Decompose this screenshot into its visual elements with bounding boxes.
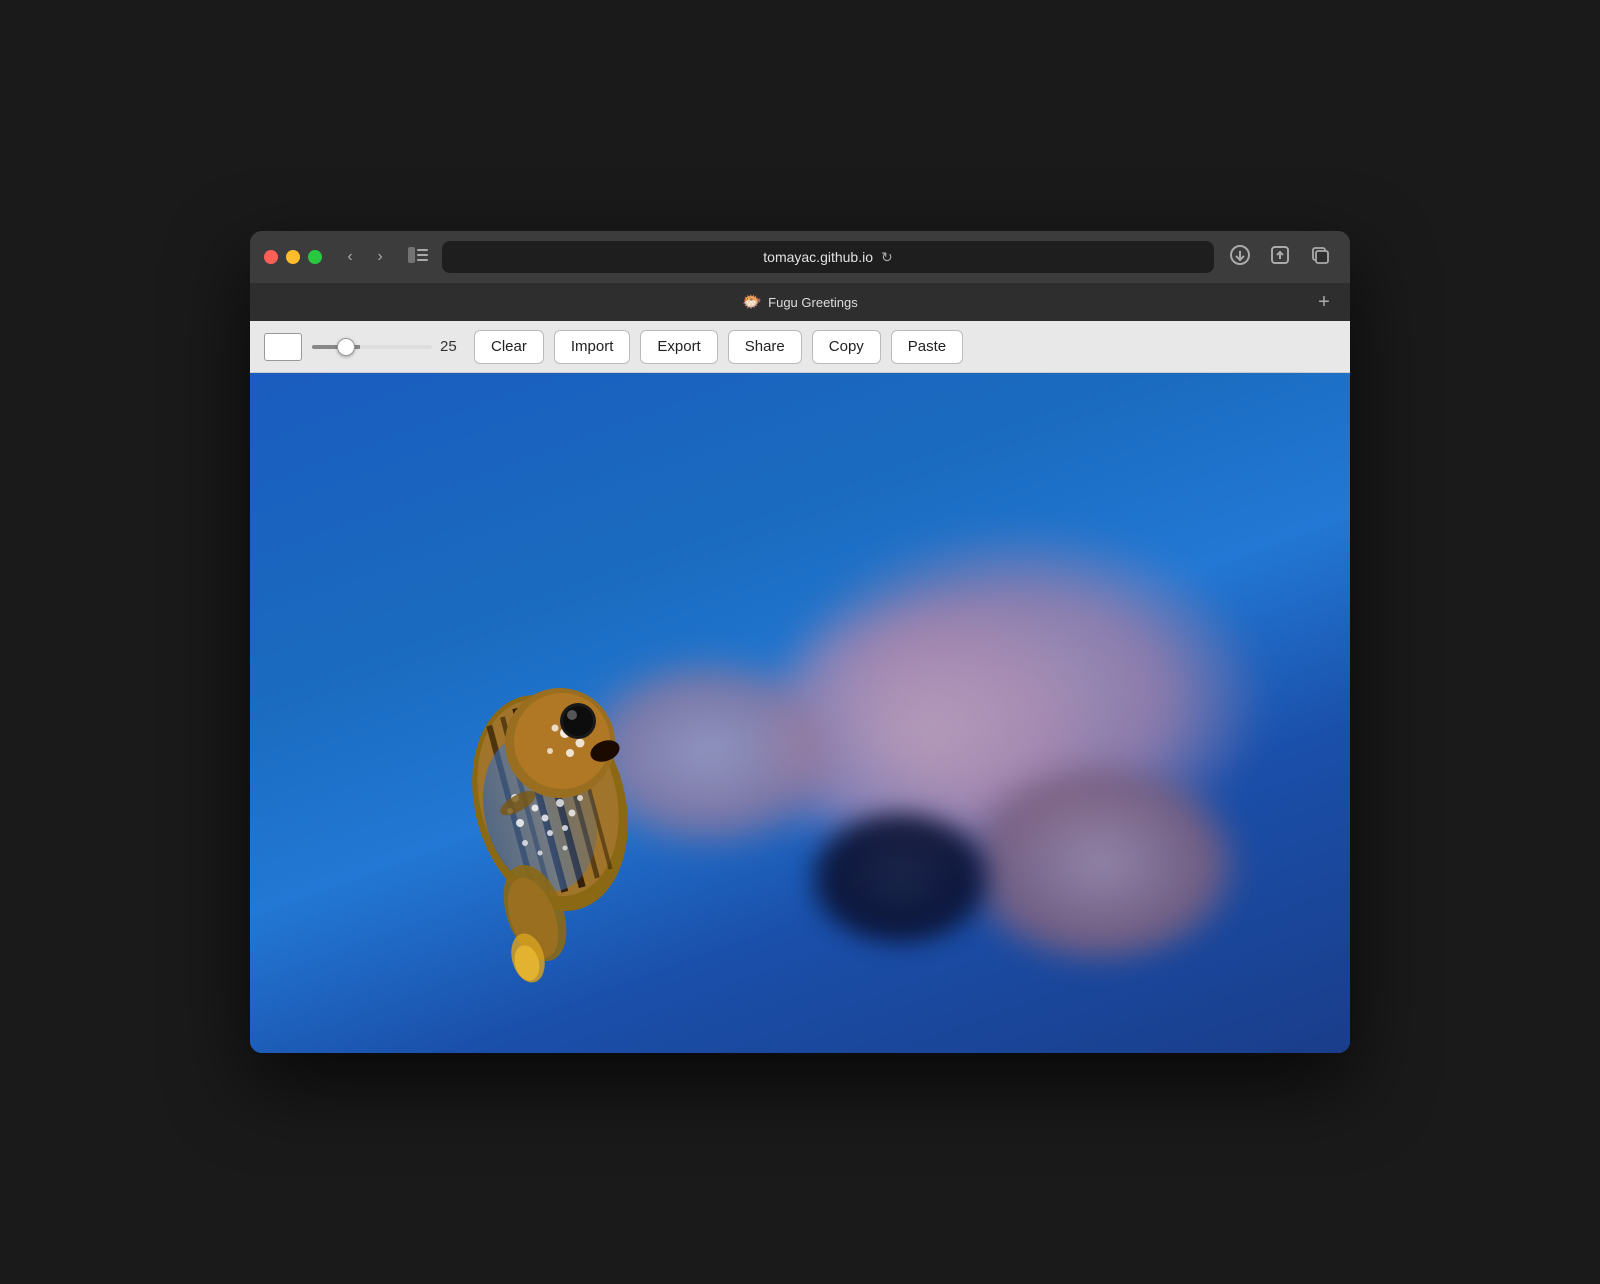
forward-button[interactable]: ›: [366, 243, 394, 271]
share-label: Share: [745, 338, 785, 355]
download-button[interactable]: [1224, 241, 1256, 273]
tab-title-text: Fugu Greetings: [768, 295, 858, 310]
export-label: Export: [657, 338, 700, 355]
nav-buttons: ‹ ›: [336, 243, 394, 271]
export-button[interactable]: Export: [640, 330, 717, 364]
minimize-button[interactable]: [286, 250, 300, 264]
close-button[interactable]: [264, 250, 278, 264]
share-icon: [1270, 245, 1290, 270]
address-bar[interactable]: tomayac.github.io ↻: [442, 241, 1214, 273]
download-icon: [1230, 245, 1250, 270]
brush-size-value: 25: [440, 338, 464, 355]
brush-size-slider[interactable]: [312, 345, 432, 349]
tabs-icon: [1310, 245, 1330, 270]
brush-size-control: 25: [312, 338, 464, 355]
tab-bar: 🐡 Fugu Greetings +: [250, 283, 1350, 321]
new-tab-icon: +: [1318, 291, 1330, 314]
sidebar-toggle-button[interactable]: [404, 243, 432, 271]
share-button[interactable]: Share: [728, 330, 802, 364]
url-text: tomayac.github.io: [763, 249, 873, 265]
canvas-area[interactable]: [250, 373, 1350, 1053]
forward-icon: ›: [377, 248, 382, 266]
back-icon: ‹: [347, 248, 352, 266]
tab-favicon: 🐡: [742, 292, 762, 312]
clear-label: Clear: [491, 338, 527, 355]
paste-button[interactable]: Paste: [891, 330, 963, 364]
browser-actions: [1224, 241, 1336, 273]
traffic-lights: [264, 250, 322, 264]
maximize-button[interactable]: [308, 250, 322, 264]
import-label: Import: [571, 338, 614, 355]
import-button[interactable]: Import: [554, 330, 631, 364]
copy-label: Copy: [829, 338, 864, 355]
fish-image: [410, 603, 730, 1023]
sidebar-icon: [408, 247, 428, 268]
reload-button[interactable]: ↻: [881, 249, 893, 266]
active-tab[interactable]: 🐡 Fugu Greetings: [742, 292, 858, 312]
new-tab-button[interactable]: +: [1310, 288, 1338, 316]
copy-button[interactable]: Copy: [812, 330, 881, 364]
paste-label: Paste: [908, 338, 946, 355]
reload-icon: ↻: [881, 249, 893, 265]
browser-window: ‹ › tomayac.github.io ↻: [250, 231, 1350, 1053]
coral-dark-decoration: [800, 803, 1000, 953]
color-picker[interactable]: [264, 333, 302, 361]
share-browser-button[interactable]: [1264, 241, 1296, 273]
clear-button[interactable]: Clear: [474, 330, 544, 364]
title-bar: ‹ › tomayac.github.io ↻: [250, 231, 1350, 283]
tabs-button[interactable]: [1304, 241, 1336, 273]
back-button[interactable]: ‹: [336, 243, 364, 271]
app-toolbar: 25 Clear Import Export Share Copy Paste: [250, 321, 1350, 373]
